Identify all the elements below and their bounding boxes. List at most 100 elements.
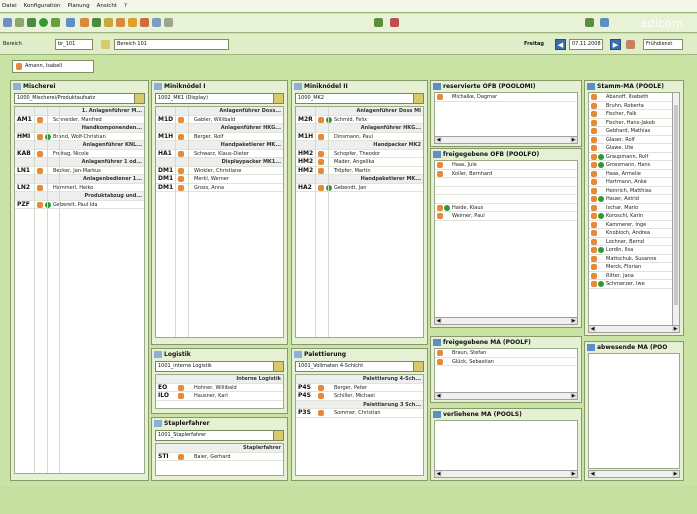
star-icon[interactable] [104,18,113,27]
settings-icon[interactable] [152,18,161,27]
lock-icon[interactable] [128,18,137,27]
next-day-button[interactable]: ▶ [610,39,621,50]
pool-employee-row[interactable] [435,178,577,187]
pool-employee-row[interactable]: Schmerzer, Iwe [589,280,679,289]
area-select[interactable]: 1000_Mischerei/Produktaufsatz [14,93,145,104]
dropdown-icon[interactable] [273,431,283,440]
assignment-row[interactable]: EO Hohner, Willibald [156,384,283,392]
position-header-row[interactable]: Staplerfahrer [156,444,283,453]
current-user-field[interactable]: Amann, Isabell [12,60,94,73]
assignment-row[interactable]: ILO Hausner, Karl [156,392,283,401]
pool-employee-row[interactable]: Knobloch, Andrea [589,229,679,238]
menu-planung[interactable]: Planung [67,3,89,9]
pool-employee-row[interactable]: Fischer, Falk [589,110,679,119]
dropdown-icon[interactable] [413,94,423,103]
horizontal-scrollbar[interactable]: ◀ ▶ [434,136,578,144]
warning-icon[interactable] [140,18,149,27]
pool-employee-row[interactable]: Bruhn, Roberta [589,102,679,110]
refresh-icon[interactable] [51,18,60,27]
dropdown-icon[interactable] [273,362,283,371]
pool-employee-row[interactable]: Kammerer, Inge [589,221,679,229]
vertical-scrollbar[interactable] [672,93,679,325]
pool-employee-row[interactable]: Braun, Stefan [435,349,577,358]
menu-datei[interactable]: Datei [2,3,17,9]
pool-employee-row[interactable]: Gebhard, Mathias [589,127,679,136]
area-select[interactable]: 1001_Vollmaten 4-Schicht [295,361,424,372]
pool-employee-row[interactable]: Graupmann, Rolf [589,153,679,161]
bereich-picker-icon[interactable] [101,40,110,49]
assignment-row[interactable]: P4S Schiller, Michael [296,392,423,401]
pool-employee-row[interactable]: Glawe, Ute [589,144,679,153]
bereich-code-input[interactable]: br_101 [55,39,93,50]
pool-employee-row[interactable] [435,187,577,195]
person-icon[interactable] [80,18,89,27]
employee-icon [37,150,43,157]
assignment-row[interactable]: P4S Berger, Peter [296,384,423,392]
stop-icon[interactable] [390,18,399,27]
assignment-row[interactable]: P3S Sommer, Christian [296,409,423,418]
pool-employee-row[interactable]: Mattschuk, Susanne [589,255,679,263]
position-header-row[interactable]: Palettierung 3 Sch... [296,400,423,409]
pool-employee-row[interactable]: Hartmann, Anke [589,178,679,187]
print-icon[interactable] [66,18,75,27]
menu-help[interactable]: ? [124,3,127,9]
pool-employee-row[interactable]: Heinrich, Matthias [589,187,679,195]
employee-icon [178,184,184,191]
area-select[interactable]: 1001_Staplerfahrer [155,430,284,441]
save-icon[interactable] [27,18,36,27]
horizontal-scrollbar[interactable]: ◀ ▶ [588,470,680,478]
new-icon[interactable] [3,18,12,27]
pool-employee-row[interactable]: Glaser, Rolf [589,136,679,144]
employee-name: Becker, Jan-Markus [53,167,101,174]
pool-employee-row[interactable]: Michalke, Dagmar [435,93,577,102]
horizontal-scrollbar[interactable]: ◀ ▶ [588,325,680,333]
menu-ansicht[interactable]: Ansicht [97,3,117,9]
open-icon[interactable] [15,18,24,27]
pool-employee-row[interactable] [435,195,577,204]
horizontal-scrollbar[interactable]: ◀ ▶ [434,392,578,400]
prev-day-button[interactable]: ◀ [555,39,566,50]
dropdown-icon[interactable] [413,362,423,371]
pool-employee-row[interactable]: Ritter, Jana [589,272,679,280]
menu-konfiguration[interactable]: Konfiguration [24,3,61,9]
pool-employee-row[interactable]: Grossmann, Hans [589,161,679,170]
qualified-icon [598,247,604,253]
area-select[interactable]: 1001_interne Logistik [155,361,284,372]
home-icon[interactable] [585,18,594,27]
horizontal-scrollbar[interactable]: ◀ ▶ [434,470,578,478]
employee-name: Fischer, Hans-Jakob [606,119,655,126]
pool-employee-row[interactable]: Merck, Florian [589,263,679,272]
pool-employee-row[interactable]: Lordin, Ilsa [589,246,679,255]
pool-employee-row[interactable]: Hauer, Astrid [589,195,679,204]
dropdown-icon[interactable] [273,94,283,103]
area-select[interactable]: 1002_MK1 (Display) [155,93,284,104]
pool-employee-row[interactable]: Haas, Armelie [589,170,679,178]
dropdown-icon[interactable] [134,94,144,103]
info-icon[interactable] [164,18,173,27]
position-header-row[interactable]: Palettierung 4-Sch... [296,375,423,384]
position-header-row[interactable]: Interne Logistik [156,375,283,384]
group-icon[interactable] [92,18,101,27]
pool-employee-row[interactable]: Koller, Bernhard [435,170,577,178]
pool-employee-row[interactable]: Ischar, Mario [589,204,679,212]
pool-employee-row[interactable]: Fischer, Hans-Jakob [589,119,679,127]
employee-icon [591,128,597,134]
pool-employee-row[interactable]: Weimer, Paul [435,212,577,221]
shift-select[interactable]: Frühdienst [643,39,683,50]
area-select[interactable]: 1000_MK2 [295,93,424,104]
pool-employee-row[interactable]: Abanoff, Ilsebeth [589,93,679,102]
pool-employee-row[interactable]: Koroschi, Karin [589,212,679,221]
pool-employee-row[interactable]: Haide, Klaus [435,204,577,212]
person-add-icon[interactable] [116,18,125,27]
horizontal-scrollbar[interactable]: ◀ ▶ [434,317,578,325]
pool-employee-row[interactable]: Lochner, Bernd [589,238,679,246]
monitor-icon[interactable] [600,18,609,27]
position-title: Palettierung 4-Sch... [362,376,421,382]
add-icon[interactable] [39,18,48,27]
pool-employee-row[interactable]: Haas, Jule [435,161,577,170]
date-input[interactable]: 07.11.2008 [569,39,603,50]
pool-employee-row[interactable]: Glück, Sebastian [435,358,577,366]
calendar-icon[interactable] [626,40,635,49]
assignment-row[interactable]: STI Baier, Gerhard [156,453,283,461]
sync-icon[interactable] [374,18,383,27]
